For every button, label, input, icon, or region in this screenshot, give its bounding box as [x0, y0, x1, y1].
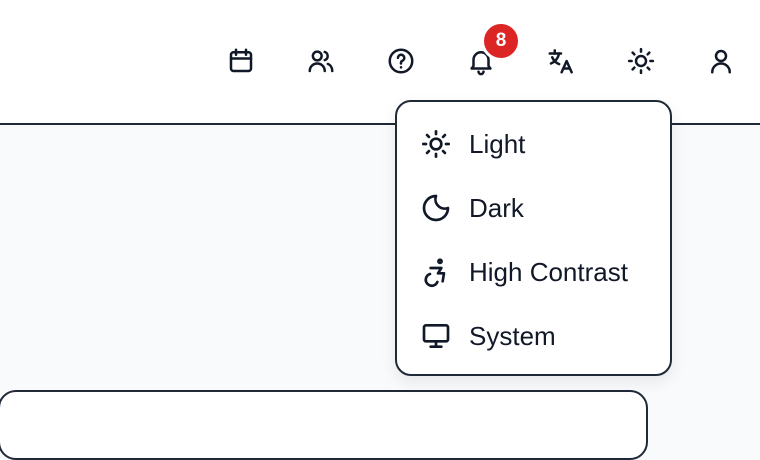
translate-icon [548, 49, 573, 74]
language-button[interactable] [541, 41, 581, 81]
sun-icon [419, 127, 453, 161]
theme-option-system[interactable]: System [397, 308, 670, 364]
theme-option-dark[interactable]: Dark [397, 180, 670, 236]
user-icon [711, 49, 731, 74]
theme-option-label: High Contrast [469, 256, 628, 287]
theme-option-label: Light [469, 128, 526, 159]
calendar-icon [229, 48, 253, 73]
help-button[interactable] [381, 41, 421, 81]
content-card [0, 390, 648, 460]
help-icon [388, 48, 414, 74]
profile-button[interactable] [701, 41, 741, 81]
theme-option-light[interactable]: Light [397, 116, 670, 172]
users-icon [308, 50, 334, 73]
accessibility-icon [419, 255, 453, 289]
moon-icon [419, 191, 453, 225]
sun-icon [627, 47, 655, 75]
monitor-icon [419, 319, 453, 353]
theme-dropdown-menu: Light Dark High Contrast System [395, 100, 672, 376]
calendar-button[interactable] [221, 41, 261, 81]
theme-button[interactable] [621, 41, 661, 81]
theme-option-high-contrast[interactable]: High Contrast [397, 244, 670, 300]
users-button[interactable] [301, 41, 341, 81]
notification-count-badge: 8 [481, 21, 521, 61]
theme-option-label: System [469, 320, 556, 351]
theme-option-label: Dark [469, 192, 524, 223]
